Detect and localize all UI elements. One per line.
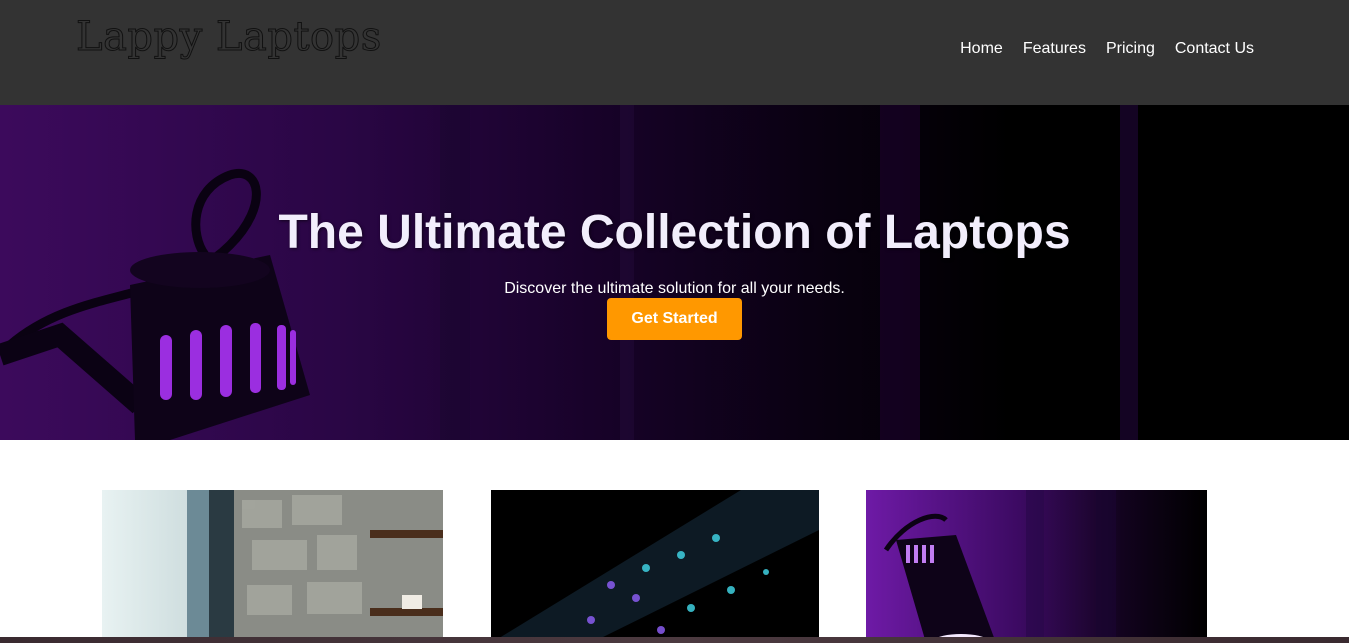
laptop-photo-image	[102, 490, 443, 643]
nav-home-link[interactable]: Home	[960, 40, 1003, 58]
site-logo[interactable]: Lappy Laptops	[76, 14, 382, 61]
keyboard-photo-image	[491, 490, 819, 643]
site-header: Lappy Laptops Home Features Pricing Cont…	[0, 0, 1349, 105]
feature-card-image-3[interactable]	[866, 490, 1207, 643]
hero-section: The Ultimate Collection of Laptops Disco…	[0, 105, 1349, 440]
feature-card-image-1[interactable]	[102, 490, 443, 643]
bottom-strip	[0, 637, 1349, 643]
feature-card-image-2[interactable]	[491, 490, 819, 643]
nav-pricing-link[interactable]: Pricing	[1106, 40, 1155, 58]
main-nav: Home Features Pricing Contact Us	[960, 40, 1254, 58]
get-started-button[interactable]: Get Started	[607, 298, 742, 340]
nav-features-link[interactable]: Features	[1023, 40, 1086, 58]
hero-background-image	[0, 105, 1138, 440]
lamp-photo-image	[866, 490, 1207, 643]
nav-contact-link[interactable]: Contact Us	[1175, 40, 1254, 58]
hero-subtitle: Discover the ultimate solution for all y…	[504, 280, 845, 297]
hero-title: The Ultimate Collection of Laptops	[278, 206, 1071, 259]
